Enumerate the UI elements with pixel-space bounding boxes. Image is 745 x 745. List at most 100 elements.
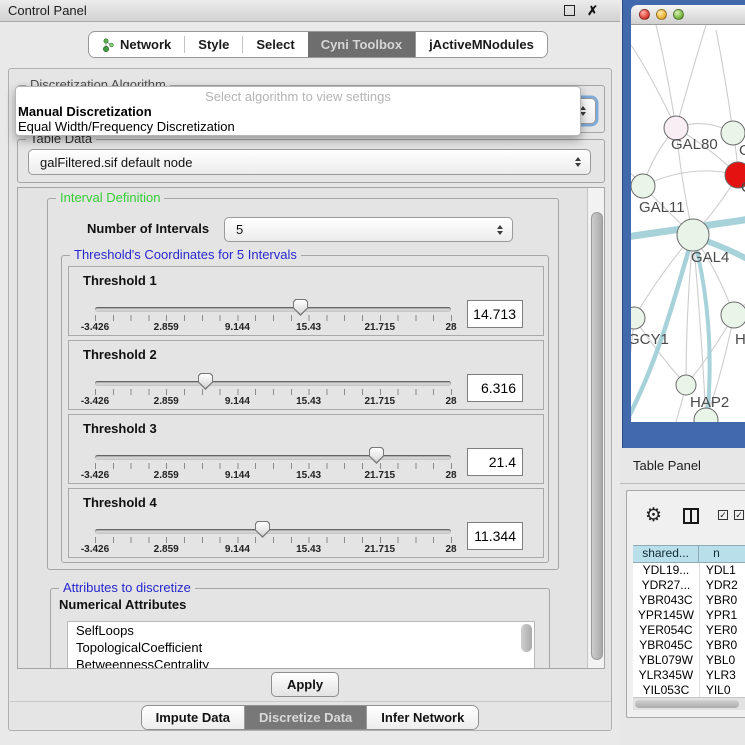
- node-gal11[interactable]: [631, 174, 655, 198]
- interval-definition-group: Interval Definition Number of Intervals …: [47, 198, 559, 570]
- cell-shared-name[interactable]: YDL19...: [633, 563, 700, 578]
- table-data-combobox[interactable]: galFiltered.sif default node: [28, 149, 591, 175]
- tab-network-label: Network: [120, 37, 171, 52]
- table-row[interactable]: YIL053C YIL0: [633, 683, 745, 697]
- table-row[interactable]: YLR345W YLR3: [633, 668, 745, 683]
- table-row[interactable]: YPR145W YPR1: [633, 608, 745, 623]
- node-gal4[interactable]: [677, 219, 709, 251]
- cell-name[interactable]: YDR2: [700, 578, 745, 593]
- cell-shared-name[interactable]: YBL079W: [633, 653, 700, 668]
- gear-icon[interactable]: ⚙: [645, 506, 662, 525]
- screen: Control Panel ✗ Network Style Select Cyn…: [0, 0, 745, 745]
- threshold-2-slider-track[interactable]: [95, 381, 451, 386]
- tab-infer-network-label: Infer Network: [381, 710, 464, 725]
- settings-scrollbar-thumb[interactable]: [591, 212, 603, 660]
- split-columns-icon[interactable]: [683, 508, 699, 524]
- table-row[interactable]: YER054C YER0: [633, 623, 745, 638]
- settings-scroll-area: Interval Definition Number of Intervals …: [17, 187, 605, 669]
- tab-impute-data[interactable]: Impute Data: [142, 706, 244, 729]
- network-window-titlebar[interactable]: [631, 5, 745, 25]
- tab-select[interactable]: Select: [243, 32, 307, 57]
- node-label-gal80: GAL80: [671, 136, 718, 153]
- threshold-3-slider-track[interactable]: [95, 455, 451, 460]
- settings-scrollbar-track[interactable]: [587, 188, 604, 668]
- node-label-gal11: GAL11: [639, 199, 685, 216]
- threshold-4-slider-track[interactable]: [95, 529, 451, 534]
- table-row[interactable]: YDR27... YDR2: [633, 578, 745, 593]
- node-gcy1[interactable]: [631, 307, 645, 329]
- tab-cyni-toolbox[interactable]: Cyni Toolbox: [308, 32, 415, 57]
- tab-discretize-data[interactable]: Discretize Data: [244, 706, 366, 729]
- table-horizontal-scrollbar[interactable]: [633, 697, 745, 710]
- tab-network[interactable]: Network: [89, 32, 184, 57]
- numerical-attributes-list: SelfLoops TopologicalCoefficient Between…: [67, 621, 535, 669]
- number-of-intervals-combobox[interactable]: 5: [224, 217, 513, 242]
- float-window-icon[interactable]: [564, 5, 575, 16]
- checkbox-icon[interactable]: ✓: [734, 510, 744, 520]
- thresholds-group-label: Threshold's Coordinates for 5 Intervals: [70, 248, 301, 262]
- table-horizontal-scrollbar-thumb[interactable]: [635, 700, 739, 708]
- checkbox-icon[interactable]: ✓: [718, 510, 728, 520]
- threshold-4-panel: Threshold 4 -3.426 2.859 9.144 15.43 21.…: [68, 488, 544, 558]
- list-item-topologicalcoefficient[interactable]: TopologicalCoefficient: [68, 639, 534, 656]
- algorithm-placeholder-option[interactable]: Select algorithm to view settings: [16, 89, 580, 104]
- cell-shared-name[interactable]: YIL053C: [633, 683, 700, 697]
- threshold-1-slider-thumb[interactable]: [293, 299, 308, 316]
- cell-name[interactable]: YBL0: [700, 653, 745, 668]
- cell-shared-name[interactable]: YLR345W: [633, 668, 700, 683]
- cell-shared-name[interactable]: YBR045C: [633, 638, 700, 653]
- network-canvas[interactable]: GAL80 GA C GAL11 GAL4 GCY1 H HAP2: [631, 25, 745, 422]
- threshold-3-tick-labels: -3.426 2.859 9.144 15.43 21.715 28: [95, 470, 451, 482]
- cell-shared-name[interactable]: YBR043C: [633, 593, 700, 608]
- threshold-2-slider-thumb[interactable]: [198, 373, 213, 390]
- interval-definition-label: Interval Definition: [56, 191, 164, 205]
- tab-jactivemnodules[interactable]: jActiveMNodules: [415, 32, 547, 57]
- threshold-3-slider-thumb[interactable]: [369, 447, 384, 464]
- cell-name[interactable]: YDL1: [700, 563, 745, 578]
- table-panel-body: ⚙ ✓ ✓ shared... n YDL19... YDL1 YDR27...…: [626, 490, 745, 718]
- list-item-selfloops[interactable]: SelfLoops: [68, 622, 534, 639]
- cell-shared-name[interactable]: YPR145W: [633, 608, 700, 623]
- combobox-stepper-icon: [575, 157, 581, 167]
- column-header-shared-name[interactable]: shared...: [633, 546, 699, 562]
- table-row[interactable]: YBL079W YBL0: [633, 653, 745, 668]
- list-scrollbar[interactable]: [521, 624, 532, 652]
- cell-name[interactable]: YBR0: [700, 638, 745, 653]
- cell-name[interactable]: YLR3: [700, 668, 745, 683]
- apply-button[interactable]: Apply: [271, 672, 339, 697]
- control-panel-title: Control Panel: [8, 3, 564, 18]
- cell-shared-name[interactable]: YER054C: [633, 623, 700, 638]
- cell-name[interactable]: YPR1: [700, 608, 745, 623]
- node-table: shared... n YDL19... YDL1 YDR27... YDR2 …: [633, 545, 745, 697]
- node-right-h[interactable]: [721, 302, 745, 328]
- network-window: GAL80 GA C GAL11 GAL4 GCY1 H HAP2: [622, 0, 745, 448]
- node-hap2[interactable]: [676, 375, 696, 395]
- minimize-traffic-light-icon[interactable]: [656, 9, 667, 20]
- table-row[interactable]: YBR045C YBR0: [633, 638, 745, 653]
- threshold-1-slider-track[interactable]: [95, 307, 451, 312]
- cell-name[interactable]: YIL0: [700, 683, 745, 697]
- column-header-name[interactable]: n: [699, 546, 745, 562]
- algorithm-option-equal-width-frequency[interactable]: Equal Width/Frequency Discretization: [16, 119, 580, 134]
- cell-shared-name[interactable]: YDR27...: [633, 578, 700, 593]
- zoom-traffic-light-icon[interactable]: [673, 9, 684, 20]
- table-header-row: shared... n: [633, 545, 745, 563]
- threshold-4-slider-thumb[interactable]: [255, 521, 270, 538]
- tab-infer-network[interactable]: Infer Network: [366, 706, 478, 729]
- threshold-1-value-field[interactable]: 14.713: [467, 300, 523, 328]
- apply-button-label: Apply: [287, 677, 323, 692]
- threshold-3-value-field[interactable]: 21.4: [467, 448, 523, 476]
- tab-select-label: Select: [256, 37, 294, 52]
- network-graph: GAL80 GA C GAL11 GAL4 GCY1 H HAP2: [631, 25, 745, 422]
- cell-name[interactable]: YER0: [700, 623, 745, 638]
- table-row[interactable]: YBR043C YBR0: [633, 593, 745, 608]
- close-window-icon[interactable]: ✗: [587, 3, 598, 19]
- list-item-betweennesscentrality[interactable]: BetweennessCentrality: [68, 656, 534, 669]
- algorithm-option-manual-discretization[interactable]: Manual Discretization: [16, 104, 580, 119]
- threshold-2-value-field[interactable]: 6.316: [467, 374, 523, 402]
- threshold-4-value-field[interactable]: 11.344: [467, 522, 523, 550]
- table-row[interactable]: YDL19... YDL1: [633, 563, 745, 578]
- tab-style[interactable]: Style: [185, 32, 242, 57]
- close-traffic-light-icon[interactable]: [639, 9, 650, 20]
- cell-name[interactable]: YBR0: [700, 593, 745, 608]
